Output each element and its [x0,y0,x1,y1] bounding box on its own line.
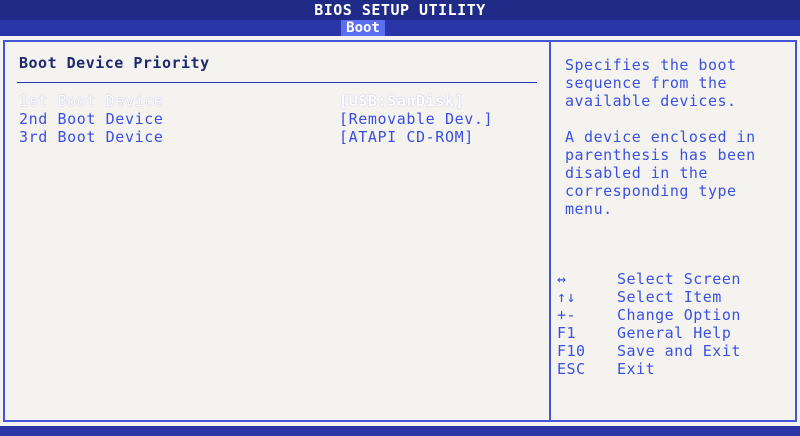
boot-device-label: 3rd Boot Device [19,128,164,146]
key-description: Change Option [617,306,741,324]
key-legend-item: +- Change Option [557,306,787,324]
boot-device-row-1[interactable]: 1st Boot Device [USB:SanDisk] [19,92,539,110]
arrows-horizontal-icon: ↔ [557,270,567,288]
boot-settings-panel: Boot Device Priority 1st Boot Device [US… [5,42,551,420]
boot-device-label: 1st Boot Device [19,92,164,110]
boot-device-row-3[interactable]: 3rd Boot Device [ATAPI CD-ROM] [19,128,539,146]
app-title: BIOS SETUP UTILITY [0,0,800,20]
key-description: Select Screen [617,270,741,288]
key-description: Exit [617,360,656,378]
section-title: Boot Device Priority [19,54,210,72]
menu-bar: Boot [0,20,800,36]
key-legend-item: F10 Save and Exit [557,342,787,360]
key-legend-item: F1 General Help [557,324,787,342]
bios-screen: BIOS SETUP UTILITY Boot Boot Device Prio… [0,0,800,436]
boot-device-value[interactable]: [USB:SanDisk] [339,92,464,110]
tab-boot[interactable]: Boot [341,20,385,36]
footer-bar [0,426,800,436]
key-legend-item: ↔ Select Screen [557,270,787,288]
key-legend: ↔ Select Screen ↑↓ Select Item +- Change… [557,270,787,378]
help-note: A device enclosed in parenthesis has bee… [565,128,756,218]
arrows-vertical-icon: ↑↓ [557,288,577,306]
key-legend-item: ESC Exit [557,360,787,378]
key-description: General Help [617,324,732,342]
boot-device-value[interactable]: [ATAPI CD-ROM] [339,128,474,146]
plus-minus-icon: +- [557,306,577,324]
boot-device-row-2[interactable]: 2nd Boot Device [Removable Dev.] [19,110,539,128]
key-description: Save and Exit [617,342,741,360]
help-text: Specifies the boot sequence from the ava… [565,56,787,236]
boot-device-label: 2nd Boot Device [19,110,164,128]
key-f10: F10 [557,342,586,360]
help-description: Specifies the boot sequence from the ava… [565,56,737,110]
key-legend-item: ↑↓ Select Item [557,288,787,306]
help-panel: Specifies the boot sequence from the ava… [551,42,795,420]
key-esc: ESC [557,360,586,378]
key-f1: F1 [557,324,577,342]
section-divider [17,82,537,83]
key-description: Select Item [617,288,722,306]
boot-device-value[interactable]: [Removable Dev.] [339,110,493,128]
main-frame: Boot Device Priority 1st Boot Device [US… [3,40,797,422]
